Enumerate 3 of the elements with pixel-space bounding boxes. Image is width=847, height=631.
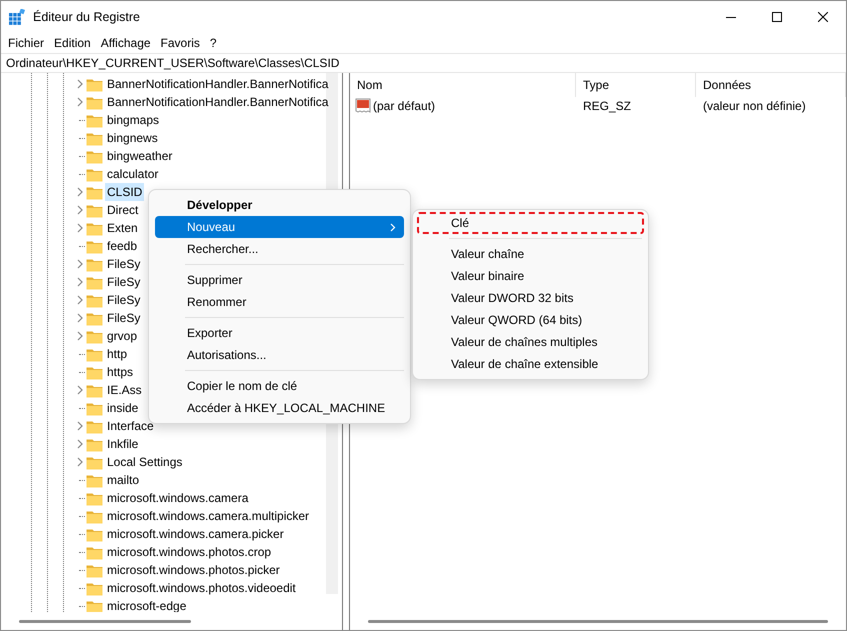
table-cell-text: REG_SZ	[582, 98, 632, 115]
table-cell-text: (valeur non définie)	[702, 98, 806, 115]
window-title: Éditeur du Registre	[33, 8, 140, 26]
